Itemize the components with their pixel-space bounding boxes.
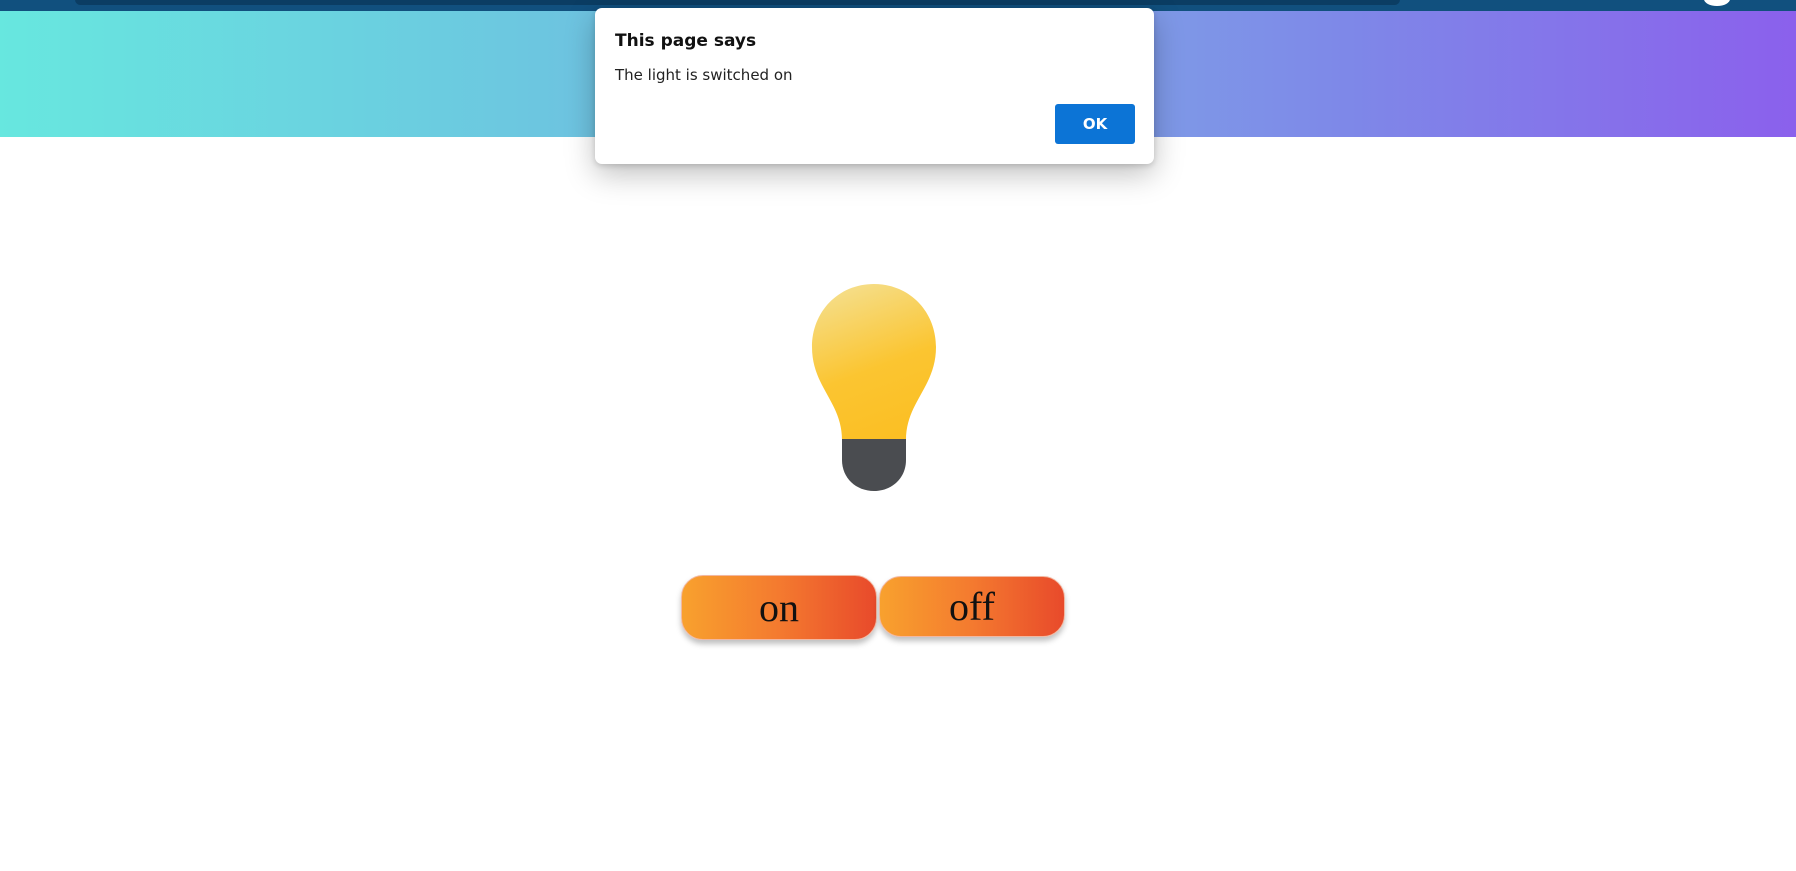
off-button[interactable]: off [879,576,1065,637]
profile-icon[interactable] [1704,0,1730,6]
page: on off This page says The light is switc… [0,0,1796,871]
ok-button[interactable]: OK [1055,104,1135,144]
on-button[interactable]: on [681,575,877,640]
light-bulb-icon [810,282,938,492]
dialog-message: The light is switched on [615,66,793,84]
address-bar[interactable] [75,0,1400,5]
dialog-title: This page says [615,31,757,51]
alert-dialog: This page says The light is switched on … [595,8,1154,164]
